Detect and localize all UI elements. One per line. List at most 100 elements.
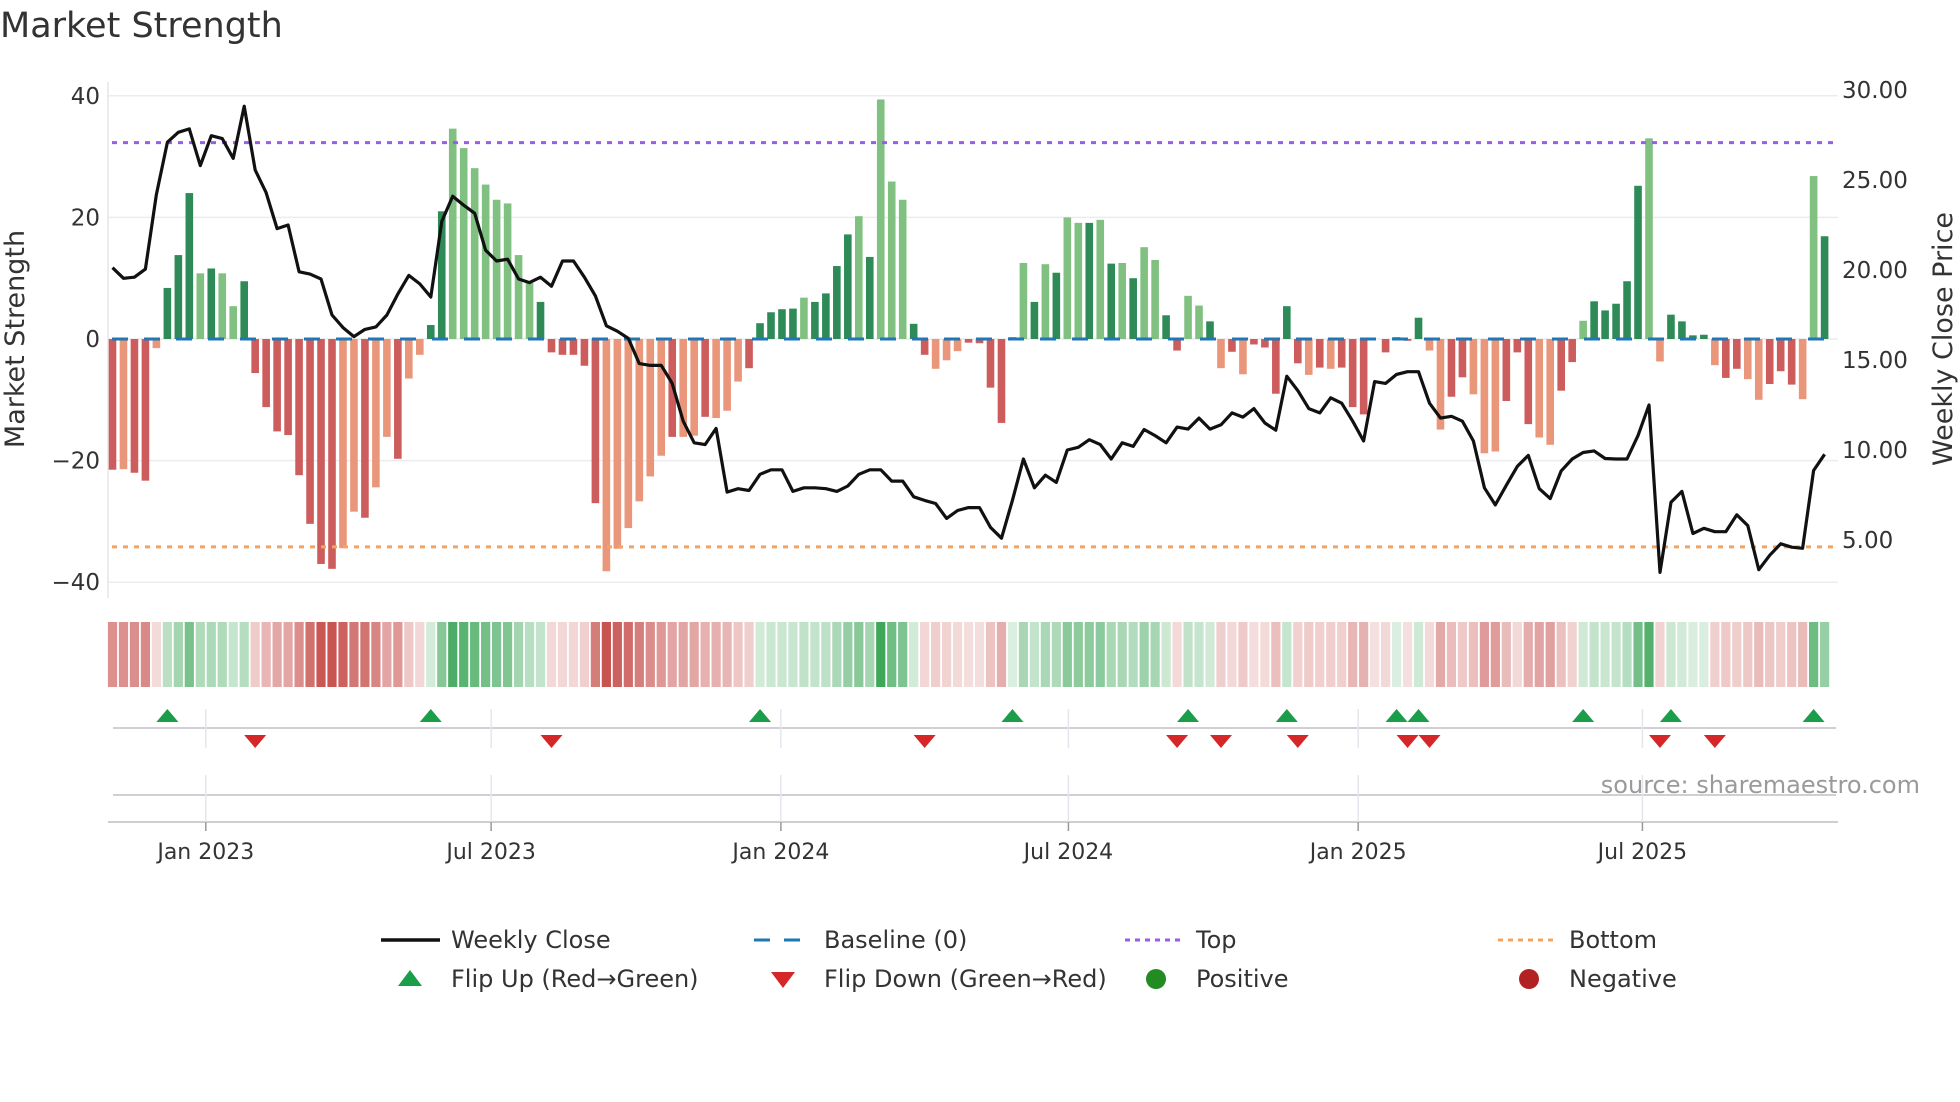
strength-bar: [284, 339, 292, 436]
strength-strip-cell: [1710, 622, 1720, 687]
strength-bar: [1414, 317, 1423, 339]
strength-strip-cell: [1018, 622, 1029, 687]
strength-strip-cell: [1062, 622, 1072, 687]
strength-bar: [328, 339, 336, 569]
strength-bar: [416, 339, 424, 355]
strength-bar: [448, 128, 457, 339]
strength-strip-cell: [1677, 622, 1687, 687]
y-tick-label: 0: [85, 327, 100, 353]
strength-bar: [1085, 222, 1094, 339]
y-tick-label: 20: [71, 205, 100, 231]
strength-bar: [1118, 263, 1126, 339]
strength-bar: [1743, 339, 1752, 380]
strength-strip-cell: [711, 622, 721, 687]
strength-bar: [141, 339, 150, 481]
strength-strip-cell: [1545, 622, 1555, 687]
strength-strip-cell: [1798, 622, 1808, 687]
strength-strip-cell: [404, 622, 414, 687]
strength-strip-cell: [832, 622, 842, 687]
strength-bar: [591, 339, 600, 504]
strength-strip-cell: [1337, 622, 1347, 687]
strength-strip-cell: [700, 622, 710, 687]
strength-strip-cell: [821, 622, 831, 687]
flip-down-marker: [540, 735, 563, 748]
strength-strip-cell: [250, 622, 260, 687]
strength-bar: [898, 199, 907, 339]
legend-positive-icon: [1146, 969, 1166, 989]
strength-bar: [394, 339, 402, 459]
strength-bar: [405, 339, 413, 379]
strength-bar: [701, 339, 709, 417]
strength-bar: [909, 323, 918, 339]
y2-axis-label: Weekly Close Price: [1928, 212, 1959, 466]
strength-strip-cell: [1699, 622, 1709, 687]
strength-bar: [1195, 305, 1203, 339]
strength-strip-cell: [1040, 622, 1050, 687]
strength-bar: [459, 148, 468, 339]
strength-bar: [1754, 339, 1763, 400]
strength-bar: [767, 312, 775, 339]
strength-bar: [1480, 339, 1489, 454]
strength-strip-cell: [1370, 622, 1380, 687]
strength-bar: [1041, 264, 1050, 339]
legend-flip-up-icon: [398, 970, 422, 986]
strength-bar: [536, 301, 545, 339]
legend-flip-down-icon: [771, 972, 795, 988]
strength-bar: [185, 193, 194, 339]
strength-strip-cell: [974, 622, 985, 687]
strength-bar: [964, 339, 973, 343]
strength-bar: [196, 273, 205, 339]
strength-strip-cell: [272, 622, 282, 687]
strength-strip-cell: [963, 622, 974, 687]
strength-strip-cell: [1809, 622, 1819, 687]
legend-label: Weekly Close: [451, 926, 611, 954]
strength-bar: [1645, 138, 1653, 339]
strength-bar: [1063, 217, 1072, 339]
strength-strip-cell: [909, 622, 919, 687]
strength-strip-cell: [448, 622, 458, 687]
strength-strip-cell: [206, 622, 216, 687]
strength-strip-cell: [338, 622, 348, 687]
strength-bar: [163, 287, 172, 339]
flip-up-marker: [156, 709, 179, 722]
strength-bar: [1239, 339, 1247, 375]
strength-strip-cell: [634, 622, 644, 687]
strength-bar: [1787, 339, 1796, 385]
strength-bar: [712, 339, 720, 419]
strength-bar: [690, 339, 698, 436]
strength-bar: [811, 301, 819, 339]
strength-strip-cell: [678, 622, 688, 687]
strength-bar: [306, 339, 314, 524]
strength-strip-cell: [437, 622, 447, 687]
strength-strip-cell: [1172, 622, 1182, 687]
x-tick-label: Jul 2023: [444, 840, 536, 865]
strength-bar: [1206, 321, 1214, 339]
strength-bar: [646, 339, 655, 477]
strength-bar: [558, 339, 567, 355]
strength-strip-cell: [568, 622, 579, 687]
flip-down-marker: [1418, 735, 1441, 748]
strength-bar: [1557, 339, 1565, 391]
flip-up-marker: [1659, 709, 1682, 722]
strength-bar: [569, 339, 578, 355]
strength-bar: [734, 339, 742, 382]
strength-bar: [986, 339, 995, 388]
strength-bar: [317, 339, 325, 564]
strength-bar: [1765, 339, 1774, 384]
strength-strip-cell: [1633, 622, 1643, 687]
strength-strip-cell: [755, 622, 765, 687]
market-strength-chart: 40 20 0 −20 −40 30.00 25.00 20.00 15.00 10.00 5.00…: [0, 78, 1959, 993]
strength-strip-cell: [1534, 622, 1544, 687]
strength-strip-cell: [1304, 622, 1314, 687]
strength-bar: [1052, 272, 1061, 339]
strength-bar: [1634, 185, 1642, 339]
strength-strip-cell: [931, 622, 941, 687]
strength-bar: [1513, 339, 1522, 353]
strength-bar: [1469, 339, 1478, 395]
strength-bar: [339, 339, 347, 549]
strength-strip-cell: [239, 622, 249, 687]
legend-label: Bottom: [1569, 926, 1657, 954]
strength-bar: [383, 339, 391, 437]
flip-down-marker: [1396, 735, 1419, 748]
strength-bar: [1184, 295, 1192, 339]
